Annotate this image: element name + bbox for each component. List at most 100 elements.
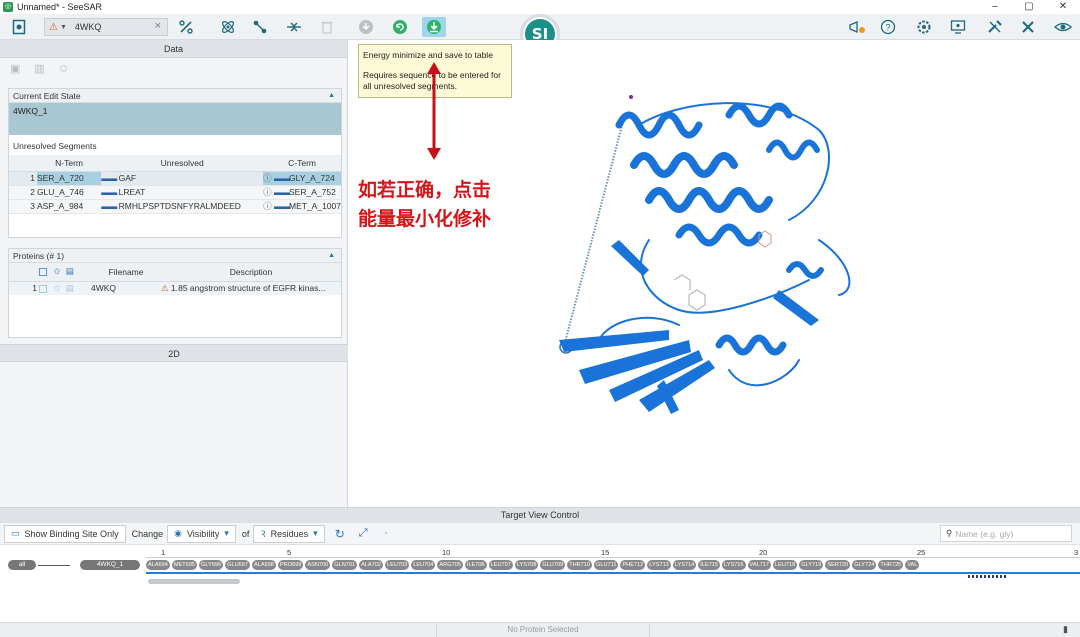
minimize-disabled-icon[interactable]	[356, 17, 376, 37]
chain-chip[interactable]: 4WKQ_1	[80, 560, 140, 570]
wrench-icon[interactable]	[1018, 17, 1038, 37]
residue-chip[interactable]: GLY724	[852, 560, 877, 570]
search-input[interactable]: Name (e.g. gly)	[955, 529, 1013, 539]
col-description[interactable]: Description	[161, 263, 341, 282]
residue-chip[interactable]: ILE706	[464, 560, 487, 570]
residue-chip[interactable]: PRO699	[277, 560, 304, 570]
residue-chip[interactable]: VAL	[905, 560, 920, 570]
residue-chip[interactable]: LEU703	[384, 560, 410, 570]
residue-chip[interactable]: LYS714	[672, 560, 697, 570]
collapse-icon[interactable]: ▲	[328, 89, 335, 103]
protein-selector[interactable]: ⚠ ▼ 4WKQ ×	[44, 18, 168, 36]
residue-chip[interactable]: LEU718	[773, 560, 798, 570]
megaphone-icon[interactable]	[846, 17, 868, 37]
atom-marker	[629, 95, 633, 99]
tools-icon[interactable]	[984, 17, 1006, 37]
reset-icon[interactable]: ↻	[335, 527, 345, 541]
note-icon[interactable]: ▤	[66, 283, 74, 293]
minimize-button[interactable]: –	[978, 0, 1012, 14]
chevron-down-icon[interactable]: ▼	[60, 24, 67, 31]
info-icon[interactable]: ⓘ	[263, 187, 272, 197]
split-tool-icon[interactable]	[284, 17, 304, 37]
star-icon[interactable]: ✩	[53, 266, 60, 276]
table-row[interactable]: 1 SER_A_720 ▬▬ GAF ⓘ ▬▬GLY_A_724	[9, 171, 341, 186]
app-icon: ◎	[3, 2, 13, 12]
horizontal-scrollbar[interactable]	[148, 579, 240, 584]
info-icon[interactable]: ⓘ	[263, 173, 272, 183]
residue-chip[interactable]: ASN700	[305, 560, 331, 570]
help-icon[interactable]: ?	[878, 17, 898, 37]
residue-chip[interactable]: PHE712	[620, 560, 646, 570]
col-filename[interactable]: Filename	[91, 263, 161, 282]
table-row[interactable]: 2 GLU_A_746 ▬▬ LREAT ⓘ ▬▬SER_A_752	[9, 185, 341, 200]
residue-chip[interactable]: LEU704	[411, 560, 436, 570]
residue-chip[interactable]: LEU707	[488, 560, 513, 570]
link-icon[interactable]: ⤢	[359, 527, 368, 540]
residue-chip[interactable]: LYS713	[647, 560, 671, 570]
residue-list: ALA694 MET695 GLY696 GLU697 ALA698 PRO69…	[146, 560, 920, 570]
percent-tool-icon[interactable]	[176, 17, 196, 37]
col-nterm[interactable]: N-Term	[36, 155, 102, 172]
delete-icon[interactable]: ▥	[34, 62, 44, 75]
residue-chip[interactable]: ALA698	[252, 560, 276, 570]
loop-5	[728, 359, 800, 387]
star-icon[interactable]: ✩	[53, 283, 60, 293]
residue-chip[interactable]: ALA702	[359, 560, 383, 570]
table-row[interactable]: 1 ✩ ▤ 4WKQ ⚠ 1.85 angstrom structure of …	[9, 281, 341, 295]
residue-chip[interactable]: GLU697	[225, 560, 251, 570]
residue-chip[interactable]: GLN701	[332, 560, 358, 570]
residue-chip[interactable]: LYS708	[514, 560, 539, 570]
data-panel: Data ▣ ▥ ✩ Current Edit State ▲ 4WKQ_1 U…	[0, 40, 348, 507]
view-eye-icon[interactable]	[1052, 17, 1074, 37]
pin-icon[interactable]: ✩	[59, 62, 68, 75]
all-chip[interactable]: all	[8, 560, 36, 570]
edit-state-value[interactable]: 4WKQ_1	[9, 103, 341, 135]
close-button[interactable]: ✕	[1046, 0, 1080, 14]
residues-dropdown[interactable]: Ꝛ Residues ▾	[253, 524, 325, 543]
residue-chip[interactable]: SER720	[825, 560, 851, 570]
svg-text:?: ?	[885, 23, 890, 33]
camera-icon[interactable]: ◔	[382, 528, 389, 540]
residue-chip[interactable]: GLY696	[199, 560, 224, 570]
residue-chip[interactable]: MET695	[171, 560, 198, 570]
document-icon[interactable]	[10, 17, 28, 37]
clear-icon[interactable]: ×	[155, 20, 161, 32]
sequence-view[interactable]: all 4WKQ_1 1 5 10 15 20 25 3 ALA694 MET6…	[0, 546, 1080, 622]
protein-structure[interactable]	[349, 40, 1080, 507]
residue-chip[interactable]: ALA694	[146, 560, 170, 570]
3d-viewport[interactable]	[349, 40, 1080, 507]
trash-icon[interactable]	[318, 17, 336, 37]
residue-search[interactable]: ⚲ Name (e.g. gly)	[940, 525, 1072, 542]
bond-tool-icon[interactable]	[250, 17, 270, 37]
energy-minimize-save-button[interactable]	[422, 17, 446, 37]
show-binding-site-button[interactable]: ▭ Show Binding Site Only	[4, 524, 126, 543]
collapse-icon[interactable]: ▲	[328, 249, 335, 263]
maximize-button[interactable]: ▢	[1012, 0, 1046, 14]
info-icon[interactable]: ⓘ	[263, 201, 272, 211]
visibility-dropdown[interactable]: ◉ Visibility ▾	[167, 524, 236, 543]
residue-chip[interactable]: ARG705	[437, 560, 463, 570]
save-icon[interactable]: ▣	[10, 62, 20, 75]
col-cterm[interactable]: C-Term	[263, 155, 341, 172]
residue-chip[interactable]: ILE715	[698, 560, 721, 570]
monitor-icon[interactable]	[948, 17, 968, 37]
col-unresolved[interactable]: Unresolved	[101, 155, 264, 172]
notification-icon[interactable]: ▮	[1063, 624, 1068, 635]
note-icon[interactable]: ▤	[66, 266, 74, 276]
residue-chip[interactable]: GLY719	[799, 560, 824, 570]
residue-chip[interactable]: THR725	[878, 560, 904, 570]
panel-2d-header[interactable]: 2D	[0, 344, 348, 362]
row-checkbox[interactable]	[39, 284, 47, 293]
eye-icon: ◉	[174, 528, 182, 538]
residue-chip[interactable]: THR710	[567, 560, 593, 570]
refresh-energy-icon[interactable]	[390, 17, 410, 37]
residue-chip[interactable]: VAL717	[747, 560, 772, 570]
select-all-checkbox[interactable]	[39, 268, 47, 276]
settings-gear-icon[interactable]	[914, 17, 934, 37]
residue-chip[interactable]: LYS716	[722, 560, 746, 570]
table-row[interactable]: 3 ASP_A_984 ▬▬ RMHLPSPTDSNFYRALMDEED ⓘ ▬…	[9, 199, 341, 214]
status-bar: No Protein Selected ▮	[0, 622, 1080, 637]
residue-chip[interactable]: GLU711	[594, 560, 619, 570]
atom-tool-icon[interactable]	[218, 17, 238, 37]
residue-chip[interactable]: GLU709	[540, 560, 566, 570]
